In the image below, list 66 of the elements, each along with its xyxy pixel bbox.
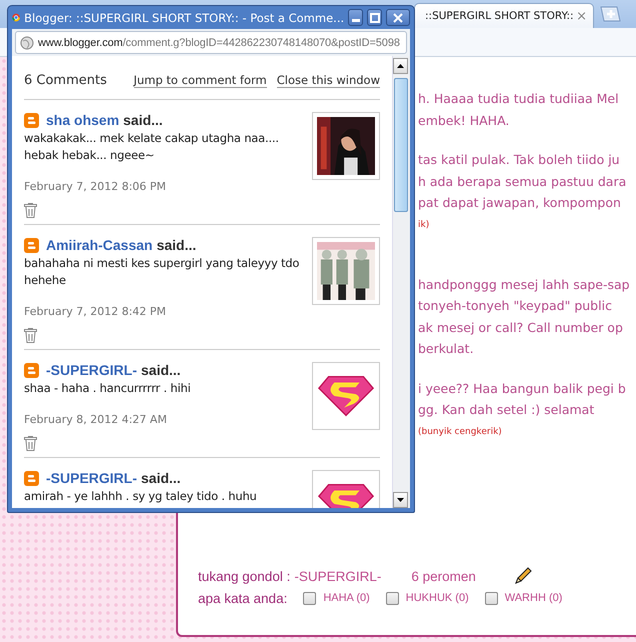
trash-icon[interactable]	[24, 436, 37, 451]
checkbox[interactable]	[303, 592, 316, 604]
comment-text: amirah - ye lahhh . sy yg taley tido . huhu	[24, 488, 258, 505]
trash-icon[interactable]	[24, 328, 37, 343]
author-link[interactable]: sha ohsem	[46, 112, 120, 128]
minimize-button[interactable]	[348, 9, 364, 26]
comment-count-link[interactable]: 6 peromen	[411, 568, 476, 584]
blogger-icon	[24, 112, 39, 128]
comment-date[interactable]: February 8, 2012 4:27 AM	[24, 413, 306, 426]
post-text-line: pat dapat jawapan, kompompon	[418, 194, 621, 212]
globe-icon	[20, 36, 34, 50]
window-title: Blogger: ::SUPERGIRL SHORT STORY:: - Post a Comme...	[24, 10, 344, 24]
scroll-down-button[interactable]	[393, 492, 408, 508]
blogger-icon	[24, 238, 39, 252]
post-text-line: tonyeh-tonyeh "keypad" public	[418, 297, 612, 315]
blogger-icon	[24, 362, 39, 378]
maximize-button[interactable]	[367, 9, 382, 26]
tab-close[interactable]: ×	[576, 8, 587, 24]
checkbox-label[interactable]: HUKHUK (0)	[406, 592, 469, 604]
post-note: (bunyik cengkerik)	[418, 426, 502, 438]
comment-text: wakakakak... mek kelate cakap utagha naa.... hebak hebak... ngeee~	[24, 130, 280, 164]
post-text-line: gg. Kan dah setel :) selamat	[418, 401, 594, 419]
checkbox-label[interactable]: WARHH (0)	[504, 592, 562, 604]
reactions-label: apa kata anda:	[198, 590, 288, 606]
tab-title: ::SUPERGIRL SHORT STORY::	[425, 10, 575, 22]
link[interactable]: Close this window	[276, 73, 380, 88]
post-text-line: embek! HAHA.	[418, 112, 510, 130]
post-note: ik)	[418, 218, 430, 232]
author-link[interactable]: Amiirah-Cassan	[46, 237, 153, 253]
post-text-line: h ada berapa semua pastuu dara	[418, 172, 626, 191]
author-name[interactable]: -SUPERGIRL-	[294, 568, 382, 584]
post-text-line: tas katil pulak. Tak boleh tiido ju	[418, 151, 620, 169]
checkbox[interactable]	[484, 592, 498, 604]
said-text: said...	[141, 470, 181, 486]
post-text-line: ak mesej or call? Call number op	[418, 318, 623, 337]
link[interactable]: Jump to comment form	[134, 73, 267, 88]
minimize-icon	[352, 18, 360, 22]
comment-date[interactable]: February 7, 2012 8:42 PM	[24, 305, 306, 318]
said-text: said...	[141, 362, 181, 378]
scroll-thumb[interactable]	[394, 78, 408, 212]
pencil-icon[interactable]	[514, 567, 532, 585]
close-button[interactable]	[386, 9, 410, 26]
comment-text: shaa - haha . hancurrrrrr . hihi	[24, 380, 192, 397]
author-link[interactable]: -SUPERGIRL-	[46, 362, 137, 378]
comment-date[interactable]: February 7, 2012 8:06 PM	[24, 180, 306, 193]
blogger-icon	[24, 470, 39, 486]
post-text-line: h. Haaaa tudia tudia tudiiaa Mel	[418, 90, 619, 108]
comment-count: 6 Comments	[24, 73, 108, 88]
said-text: said...	[123, 112, 163, 128]
new-tab-icon[interactable]	[598, 6, 622, 22]
post-text-line: berkulat.	[418, 340, 474, 358]
post-text-line: i yeee?? Haa bangun balik pegi b	[418, 380, 626, 398]
shield-icon	[317, 374, 375, 418]
trash-icon[interactable]	[24, 203, 37, 218]
checkbox-label[interactable]: HAHA (0)	[323, 592, 370, 604]
checkbox[interactable]	[386, 592, 399, 604]
close-icon	[393, 12, 404, 22]
said-text: said...	[156, 237, 196, 253]
scroll-up-button[interactable]	[393, 58, 408, 74]
post-text-line: handponggg mesej lahh sape-sap	[418, 276, 630, 294]
browser-tab[interactable]: ::SUPERGIRL SHORT STORY:: ×	[414, 3, 594, 28]
author-link[interactable]: -SUPERGIRL-	[46, 470, 137, 486]
comment-text: bahahaha ni mesti kes supergirl yang taleyyy tdo hehehe	[24, 255, 300, 289]
address-field[interactable]: www.blogger.com/comment.g?blogID=442862230748148070&postID=5098	[15, 31, 407, 54]
author-label: tukang gondol :	[198, 568, 290, 584]
maximize-icon	[370, 12, 380, 22]
